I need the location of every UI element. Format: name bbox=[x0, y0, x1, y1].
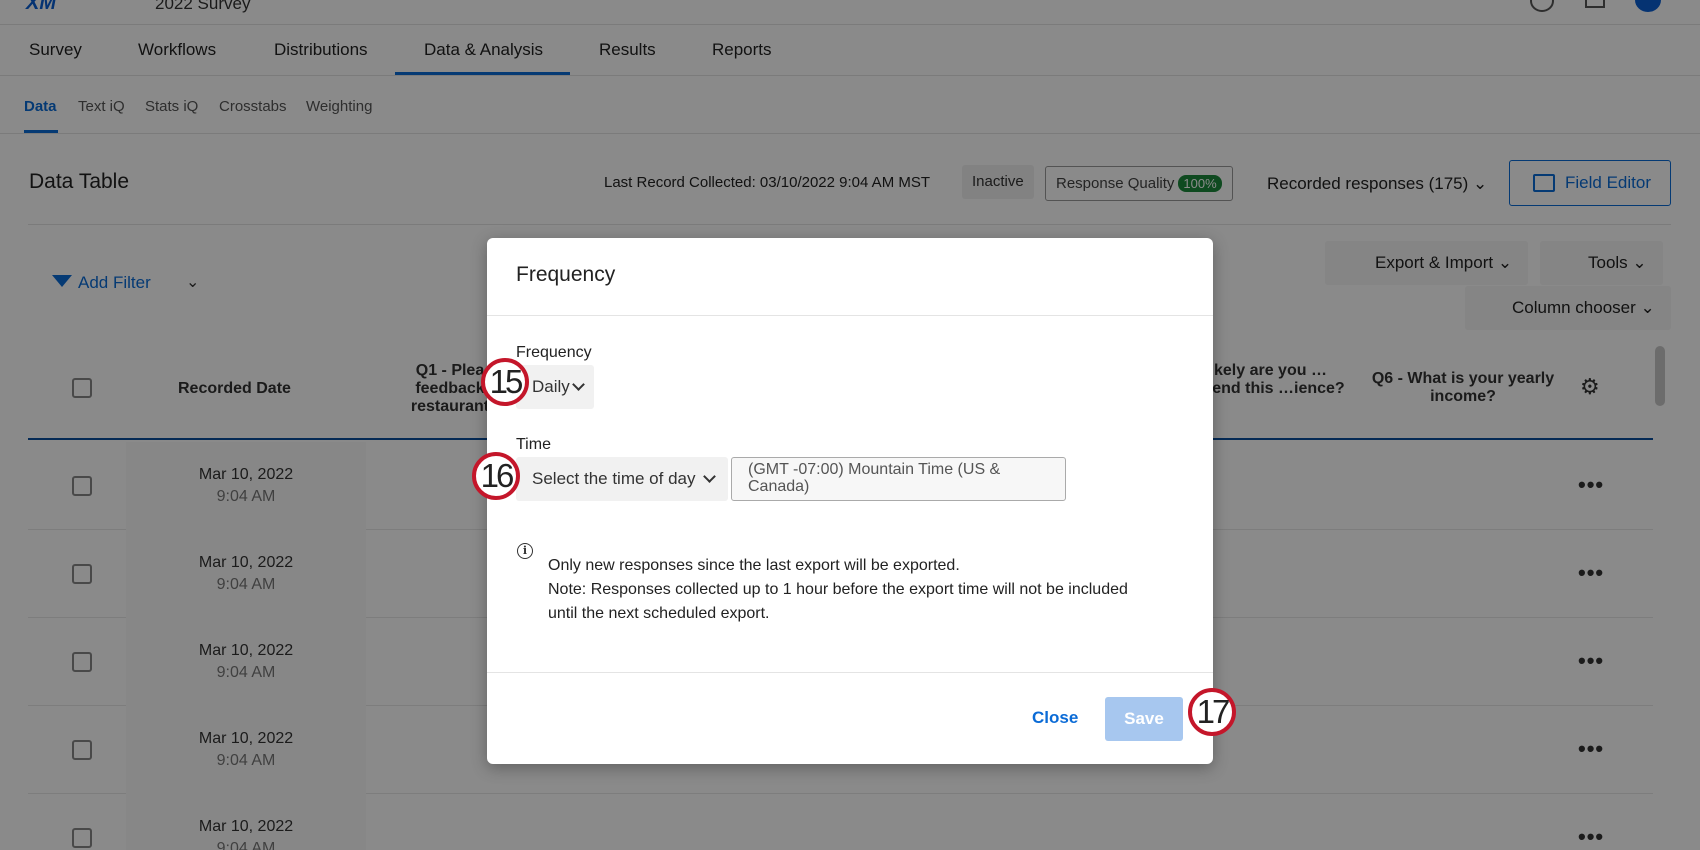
info-line-1: Only new responses since the last export… bbox=[548, 557, 960, 574]
time-label: Time bbox=[516, 436, 551, 453]
info-message: Only new responses since the last export… bbox=[548, 554, 1148, 626]
info-icon: i bbox=[517, 543, 533, 559]
timezone-field: (GMT -07:00) Mountain Time (US & Canada) bbox=[731, 457, 1066, 501]
step-callout-15: 15 bbox=[481, 358, 529, 406]
close-button[interactable]: Close bbox=[1032, 708, 1078, 728]
info-line-2: Note: Responses collected up to 1 hour b… bbox=[548, 581, 1128, 622]
step-callout-17: 17 bbox=[1188, 688, 1236, 736]
chevron-down-icon bbox=[572, 378, 585, 391]
save-button[interactable]: Save bbox=[1105, 697, 1183, 741]
time-of-day-select[interactable]: Select the time of day bbox=[516, 457, 728, 501]
frequency-value: Daily bbox=[532, 377, 570, 396]
step-callout-16: 16 bbox=[472, 452, 520, 500]
time-placeholder: Select the time of day bbox=[532, 469, 696, 488]
chevron-down-icon bbox=[703, 470, 716, 483]
dialog-title: Frequency bbox=[516, 263, 616, 286]
divider bbox=[487, 672, 1213, 673]
frequency-label: Frequency bbox=[516, 344, 592, 361]
divider bbox=[487, 315, 1213, 316]
frequency-dialog: Frequency Frequency Daily Time Select th… bbox=[487, 238, 1213, 764]
